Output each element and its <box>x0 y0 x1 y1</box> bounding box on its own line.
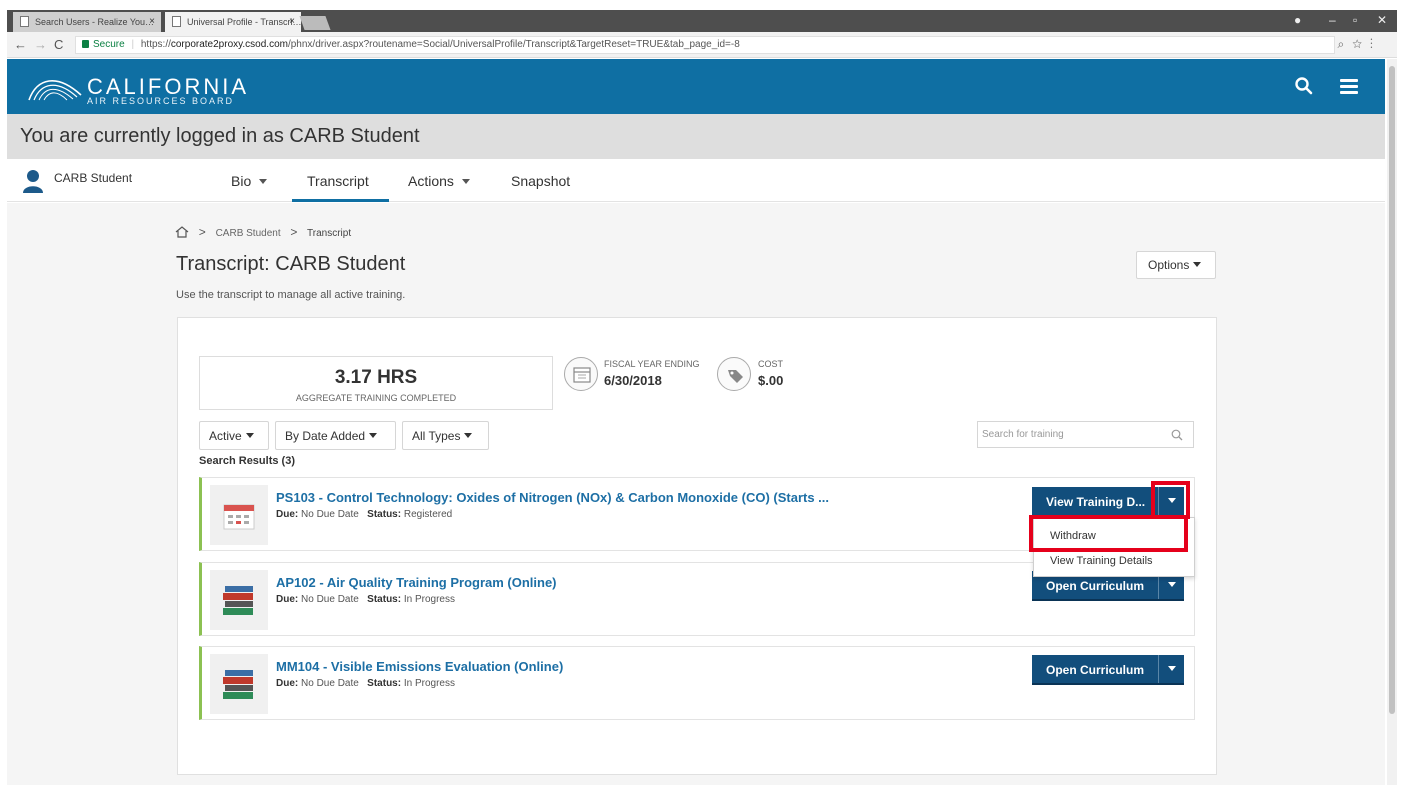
browser-actions: ⌕☆⋮ <box>1337 37 1381 52</box>
close-icon[interactable]: × <box>149 16 155 27</box>
tab-bio[interactable]: Bio <box>231 173 268 189</box>
training-title-link[interactable]: AP102 - Air Quality Training Program (On… <box>276 575 557 590</box>
curriculum-books-icon <box>210 654 268 714</box>
tab-actions[interactable]: Actions <box>408 173 470 189</box>
search-placeholder: Search for training <box>982 429 1064 440</box>
user-nav-bar: CARB Student Bio Transcript Actions Snap… <box>7 159 1385 202</box>
forward-icon[interactable]: → <box>34 37 47 52</box>
hours-value: 3.17 HRS <box>334 367 418 388</box>
sort-filter-dropdown[interactable]: By Date Added <box>275 421 396 450</box>
minimize-icon[interactable]: – <box>1329 13 1336 27</box>
training-meta: Due: No Due Date Status: In Progress <box>276 594 455 605</box>
page-icon <box>172 16 181 27</box>
search-icon[interactable] <box>1295 77 1313 95</box>
training-search-input[interactable]: Search for training <box>977 421 1194 448</box>
breadcrumb-current: Transcript <box>307 228 352 239</box>
action-button-label: Open Curriculum <box>1046 579 1145 593</box>
reload-icon[interactable]: C <box>54 37 63 52</box>
proxy-banner-text: You are currently logged in as CARB Stud… <box>20 125 420 147</box>
training-title-link[interactable]: PS103 - Control Technology: Oxides of Ni… <box>276 490 829 505</box>
search-icon[interactable] <box>1171 429 1183 441</box>
action-dropdown-toggle[interactable] <box>1158 655 1184 683</box>
caret-down-icon <box>245 433 254 438</box>
url-text: https://corporate2proxy.csod.com/phnx/dr… <box>140 39 740 50</box>
options-button[interactable]: Options <box>1136 251 1216 279</box>
caret-down-icon <box>1168 666 1176 671</box>
open-curriculum-button[interactable]: Open Curriculum <box>1032 655 1184 685</box>
browser-tab-bar: Search Users - Realize You… × Universal … <box>7 10 1397 32</box>
highlight-box-dropdown-toggle <box>1151 481 1190 519</box>
tab-snapshot[interactable]: Snapshot <box>511 173 570 189</box>
curriculum-books-icon <box>210 570 268 630</box>
training-meta: Due: No Due Date Status: Registered <box>276 509 453 520</box>
caret-down-icon <box>464 433 473 438</box>
active-tab-indicator <box>292 199 389 202</box>
app-header: CALIFORNIA AIR RESOURCES BOARD <box>7 59 1385 114</box>
menu-item-view-training-details[interactable]: View Training Details <box>1050 555 1153 567</box>
hamburger-menu-icon[interactable] <box>1340 79 1358 97</box>
calendar-icon <box>564 357 598 391</box>
secure-label: Secure <box>93 39 125 50</box>
url-input[interactable]: Secure | https://corporate2proxy.csod.co… <box>75 36 1335 54</box>
lock-icon <box>82 40 89 48</box>
home-icon[interactable] <box>175 226 189 238</box>
fiscal-year-value: 6/30/2018 <box>604 373 662 388</box>
maximize-icon[interactable]: ▫ <box>1353 13 1357 27</box>
user-name[interactable]: CARB Student <box>54 171 132 185</box>
new-tab-button[interactable] <box>299 16 331 30</box>
type-filter-dropdown[interactable]: All Types <box>402 421 489 450</box>
caret-down-icon <box>1168 582 1176 587</box>
address-bar: ← → C Secure | https://corporate2proxy.c… <box>7 32 1397 58</box>
price-tag-icon <box>717 357 751 391</box>
cost-value: $.00 <box>758 373 784 388</box>
logo-subtitle: AIR RESOURCES BOARD <box>87 96 235 106</box>
back-icon[interactable]: ← <box>14 37 27 52</box>
browser-tab[interactable]: Search Users - Realize You… × <box>13 12 161 32</box>
action-button-label: Open Curriculum <box>1046 663 1145 677</box>
bookmark-star-icon[interactable]: ☆ <box>1352 37 1370 51</box>
chevron-right-icon: > <box>198 225 206 239</box>
event-calendar-icon <box>210 485 268 545</box>
account-icon[interactable]: ● <box>1294 13 1301 27</box>
zoom-icon[interactable]: ⌕ <box>1337 37 1352 51</box>
scrollbar-thumb[interactable] <box>1389 66 1395 714</box>
breadcrumb: > CARB Student > Transcript <box>175 225 351 239</box>
fiscal-year-label: FISCAL YEAR ENDING <box>604 359 700 369</box>
chevron-right-icon: > <box>290 225 298 239</box>
caret-down-icon <box>1193 262 1202 267</box>
tab-transcript[interactable]: Transcript <box>307 173 369 189</box>
close-icon[interactable]: × <box>289 16 295 27</box>
carb-logo-icon[interactable] <box>27 73 83 101</box>
caret-down-icon <box>369 433 378 438</box>
training-title-link[interactable]: MM104 - Visible Emissions Evaluation (On… <box>276 659 563 674</box>
hours-label: AGGREGATE TRAINING COMPLETED <box>295 393 457 403</box>
browser-tab-title: Search Users - Realize You… <box>35 17 155 27</box>
browser-tab-active[interactable]: Universal Profile - Transcri… × <box>165 12 301 32</box>
page-title: Transcript: CARB Student <box>176 253 406 275</box>
caret-down-icon <box>259 179 268 184</box>
status-filter-dropdown[interactable]: Active <box>199 421 269 450</box>
browser-menu-icon[interactable]: ⋮ <box>1370 37 1381 51</box>
page-description: Use the transcript to manage all active … <box>176 289 406 301</box>
user-avatar-icon <box>23 170 43 193</box>
cost-label: COST <box>758 359 784 369</box>
search-results-count: Search Results (3) <box>199 455 295 467</box>
breadcrumb-user-link[interactable]: CARB Student <box>216 228 281 239</box>
browser-tab-title: Universal Profile - Transcri… <box>187 17 301 27</box>
page-icon <box>20 16 29 27</box>
proxy-banner: You are currently logged in as CARB Stud… <box>7 114 1385 159</box>
action-button-label: View Training D... <box>1046 495 1146 509</box>
highlight-box-withdraw <box>1029 515 1188 552</box>
caret-down-icon <box>461 179 470 184</box>
window-close-icon[interactable]: ✕ <box>1377 13 1387 27</box>
training-meta: Due: No Due Date Status: In Progress <box>276 678 455 689</box>
aggregate-hours-box: 3.17 HRS AGGREGATE TRAINING COMPLETED <box>199 356 553 410</box>
